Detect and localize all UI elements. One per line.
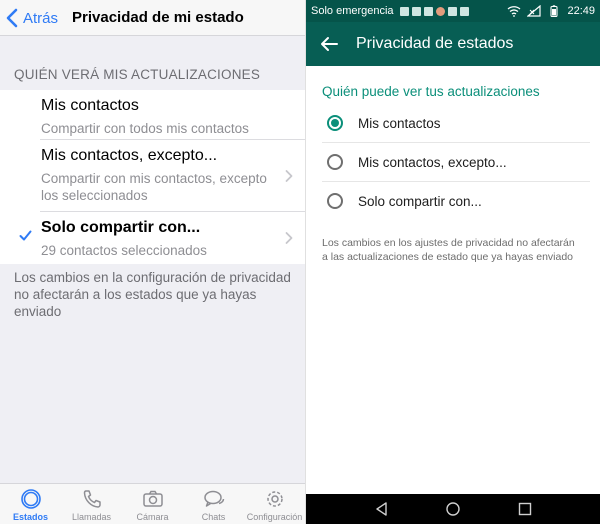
tab-chats[interactable]: Chats [183, 484, 244, 524]
status-right-group: 22:49 [507, 0, 595, 22]
option-subtitle: Compartir con mis contactos, excepto los… [41, 171, 267, 203]
ios-screen: Atrás Privacidad de mi estado QUIÉN VERÁ… [0, 0, 305, 524]
radio-button-checked[interactable] [327, 115, 343, 131]
chevron-left-icon [6, 8, 18, 28]
nav-back-icon[interactable] [374, 501, 390, 517]
privacy-options-list: Mis contactos Compartir con todos mis co… [0, 90, 305, 264]
app-bar: Privacidad de estados [306, 22, 600, 66]
notification-icon [423, 6, 433, 16]
tab-label: Chats [201, 512, 226, 522]
chevron-right-icon [285, 232, 293, 244]
carrier-label: Solo emergencia [311, 5, 394, 17]
tab-label: Cámara [136, 512, 169, 522]
section-header: QUIÉN VERÁ MIS ACTUALIZACIONES [14, 67, 261, 82]
page-title: Privacidad de estados [356, 35, 514, 52]
radio-option-my-contacts[interactable]: Mis contactos [306, 104, 600, 142]
nav-home-icon[interactable] [445, 501, 461, 517]
option-label: Solo compartir con... [358, 193, 482, 209]
page-title: Privacidad de mi estado [72, 9, 244, 26]
back-button[interactable]: Atrás [6, 7, 58, 29]
notification-icons [399, 6, 469, 16]
option-label: Mis contactos, excepto... [358, 154, 507, 170]
chevron-right-icon [285, 170, 293, 182]
phone-icon [83, 490, 101, 508]
gear-icon [266, 491, 283, 507]
notification-icon [459, 6, 469, 16]
radio-option-my-contacts-except[interactable]: Mis contactos, excepto... [306, 143, 600, 181]
ios-navigation-bar: Atrás Privacidad de mi estado [0, 0, 305, 36]
option-title: Solo compartir con... [41, 219, 201, 236]
option-subtitle: Compartir con todos mis contactos [41, 121, 249, 136]
tab-label: Estados [12, 512, 48, 522]
tab-settings[interactable]: Configuración [244, 484, 305, 524]
notification-icon [435, 6, 445, 16]
notification-icon [399, 6, 409, 16]
notification-icon [411, 6, 421, 16]
option-my-contacts[interactable]: Mis contactos Compartir con todos mis co… [0, 90, 305, 140]
option-only-share-with[interactable]: Solo compartir con... 29 contactos selec… [0, 212, 305, 264]
tab-label: Llamadas [71, 512, 112, 522]
arrow-back-icon[interactable] [318, 33, 340, 55]
checkmark-icon [19, 230, 32, 241]
android-screen: Solo emergencia 22:49 Privacidad de esta… [305, 0, 600, 524]
tab-bar: Estados Llamadas Cámara Chats Configurac… [0, 483, 305, 524]
back-button-label: Atrás [23, 9, 59, 27]
nav-recents-icon[interactable] [517, 501, 533, 517]
system-navigation-bar [306, 494, 600, 524]
radio-button[interactable] [327, 193, 343, 209]
privacy-footer-note: Los cambios en la configuración de priva… [14, 270, 291, 319]
option-title: Mis contactos [41, 97, 139, 114]
chat-bubbles-icon [203, 490, 224, 507]
tab-camera[interactable]: Cámara [122, 484, 183, 524]
wifi-icon [508, 6, 521, 17]
status-bar: Solo emergencia 22:49 [306, 0, 600, 22]
option-my-contacts-except[interactable]: Mis contactos, excepto... Compartir con … [0, 140, 305, 212]
camera-icon [142, 490, 163, 507]
radio-option-only-share-with[interactable]: Solo compartir con... [306, 182, 600, 220]
privacy-note: Los cambios en los ajustes de privacidad… [322, 237, 575, 263]
option-title: Mis contactos, excepto... [41, 147, 218, 164]
option-subtitle: 29 contactos seleccionados [41, 243, 207, 258]
battery-icon [550, 5, 559, 17]
option-label: Mis contactos [358, 115, 441, 131]
tab-calls[interactable]: Llamadas [61, 484, 122, 524]
status-icon [20, 489, 41, 509]
section-header: Quién puede ver tus actualizaciones [322, 84, 540, 99]
signal-icon [527, 5, 542, 17]
notification-icon [447, 6, 457, 16]
tab-status[interactable]: Estados [0, 484, 61, 524]
clock: 22:49 [567, 5, 595, 17]
radio-button[interactable] [327, 154, 343, 170]
tab-label: Configuración [246, 512, 303, 522]
